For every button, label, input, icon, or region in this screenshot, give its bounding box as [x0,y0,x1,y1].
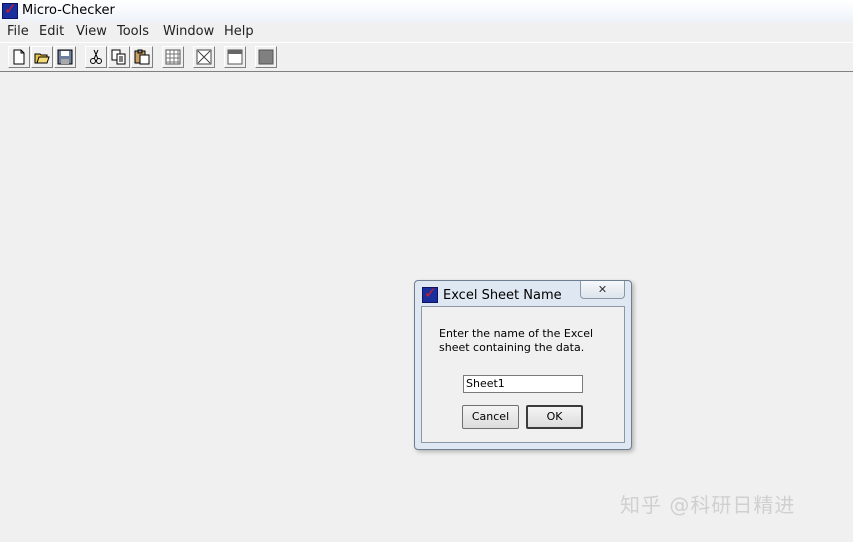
menu-file[interactable]: File [7,24,29,40]
clear-icon [196,49,212,65]
cancel-button[interactable]: Cancel [462,405,519,429]
menu-bar: File Edit View Tools Window Help [0,22,853,42]
sheet-name-input[interactable]: Sheet1 [463,375,583,393]
toolbar [0,42,853,72]
menu-view[interactable]: View [76,24,107,40]
title-bar: ✓ Micro-Checker [0,0,853,22]
window-title: Micro-Checker [22,3,115,18]
close-icon: ✕ [597,283,608,296]
menu-edit[interactable]: Edit [39,24,64,40]
grid-icon [165,49,181,65]
dialog-title: Excel Sheet Name [443,288,562,303]
close-button[interactable]: ✕ [580,281,625,299]
paste-button[interactable] [131,46,153,68]
paste-icon [134,49,150,65]
cut-icon [90,49,102,64]
dialog-message: Enter the name of the Excel sheet contai… [439,327,594,354]
cut-button[interactable] [85,46,107,68]
stop-icon [258,49,274,65]
dialog-body: Enter the name of the Excel sheet contai… [421,306,625,443]
open-folder-icon [34,53,50,64]
stop-button[interactable] [255,46,277,68]
window-button[interactable] [224,46,246,68]
clear-button[interactable] [193,46,215,68]
app-icon: ✓ [2,3,18,19]
menu-window[interactable]: Window [163,24,214,40]
menu-help[interactable]: Help [224,24,254,40]
excel-sheet-dialog: ✓ Excel Sheet Name ✕ Enter the name of t… [414,280,632,450]
save-icon [57,49,73,65]
copy-button[interactable] [108,46,130,68]
open-button[interactable] [31,46,53,68]
grid-button[interactable] [162,46,184,68]
dialog-app-icon: ✓ [422,287,438,303]
watermark: 知乎 @科研日精进 [620,493,796,517]
menu-tools[interactable]: Tools [117,24,149,40]
window-icon [227,49,243,65]
copy-icon [111,49,126,65]
ok-button[interactable]: OK [526,405,583,429]
new-document-icon [13,49,25,65]
save-button[interactable] [54,46,76,68]
new-document-button[interactable] [8,46,30,68]
